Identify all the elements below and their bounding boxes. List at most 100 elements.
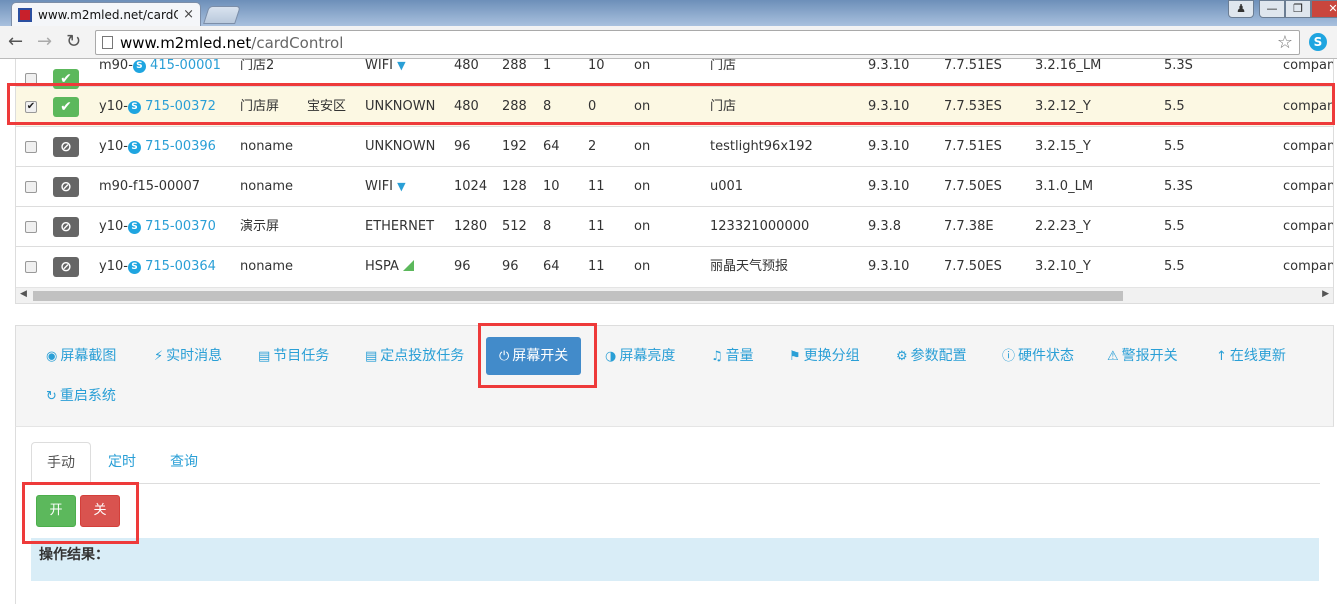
network-label: UNKNOWN <box>365 99 436 114</box>
screen-on-button[interactable]: 开 <box>36 495 76 527</box>
company: compan <box>1283 59 1334 73</box>
table-row[interactable]: ✔ m90- S 415-00001 门店2 WIFI ▼ 480 288 1 10 on 门店 9.… <box>16 59 1334 89</box>
skype-icon: S <box>127 141 141 154</box>
wifi-icon: ▼ <box>397 59 406 72</box>
company: compan <box>1283 139 1334 154</box>
power-icon: ⏻ <box>499 349 510 364</box>
function-label: 在线更新 <box>1229 348 1286 364</box>
table-row[interactable]: ⊘ y10- S 715-00370 演示屏 ETHERNET 1280 512 8 11 on 1… <box>16 206 1334 247</box>
version-4: 5.3S <box>1164 179 1193 194</box>
function-tag-button[interactable]: ⚑ 更换分组 <box>789 337 860 375</box>
cell-value: 8 <box>543 219 552 234</box>
function-film-button[interactable]: ▤ 定点投放任务 <box>365 337 464 375</box>
table-row[interactable]: ⊘ y10- S 715-00396 noname UNKNOWN 96 192 64 2 on t… <box>16 126 1334 166</box>
network-type: WIFI ▼ <box>365 59 406 73</box>
horizontal-scrollbar[interactable]: ◀ ▶ <box>16 287 1333 303</box>
address-bar[interactable]: www.m2mled.net/cardControl ☆ <box>95 30 1300 55</box>
function-toolbar: ◉ 屏幕截图 ⚡ 实时消息 ▤ 节目任务 ▤ 定点投放任务 ⏻ 屏幕开关 ◑ 屏幕亮度 ♫ 音量 ⚑ 更换分组… <box>15 325 1334 427</box>
device-id-link[interactable]: 715-00370 <box>145 219 216 234</box>
address-url[interactable]: www.m2mled.net/cardControl <box>120 34 343 52</box>
browser-tab[interactable]: www.m2mled.net/cardC × <box>11 2 201 26</box>
device-id-prefix: y10- <box>99 99 128 114</box>
brightness-icon: ◑ <box>605 349 617 364</box>
tab-scheduled[interactable]: 定时 <box>93 442 151 484</box>
row-checkbox[interactable] <box>25 181 37 193</box>
cell-value: 64 <box>543 139 560 154</box>
bolt-icon: ⚡ <box>154 349 164 364</box>
offline-ban-icon: ⊘ <box>53 177 79 197</box>
power-state: on <box>634 139 651 154</box>
skype-extension-icon[interactable]: S <box>1309 33 1327 51</box>
table-row[interactable]: ✔ ✔ y10- S 715-00372 门店屏 宝安区 UNKNOWN 480 288 8 0 on… <box>16 86 1333 126</box>
power-state: on <box>634 99 651 114</box>
cell-value: 11 <box>588 219 605 234</box>
screen-switch-panel: 手动 定时 查询 开 关 操作结果： <box>15 427 1334 604</box>
version-4: 5.5 <box>1164 139 1185 154</box>
minimize-button[interactable]: — <box>1259 0 1285 18</box>
screen-off-button[interactable]: 关 <box>80 495 120 527</box>
skype-icon: S <box>132 60 146 73</box>
row-checkbox[interactable]: ✔ <box>25 101 37 113</box>
device-id-link[interactable]: 715-00372 <box>145 99 216 114</box>
row-checkbox[interactable] <box>25 73 37 85</box>
function-warning-button[interactable]: ⚠ 警报开关 <box>1107 337 1178 375</box>
scrollbar-thumb[interactable] <box>33 291 1123 301</box>
browser-tab-title: www.m2mled.net/cardC <box>38 7 178 22</box>
function-gear-button[interactable]: ⚙ 参数配置 <box>896 337 967 375</box>
function-refresh-button[interactable]: ↻ 重启系统 <box>46 377 116 415</box>
network-label: ETHERNET <box>365 219 435 234</box>
back-arrow-icon[interactable]: ← <box>8 32 23 52</box>
screen-height: 288 <box>502 99 527 114</box>
bookmark-star-icon[interactable]: ☆ <box>1277 32 1293 53</box>
version-2: 7.7.38E <box>944 219 994 234</box>
user-icon[interactable]: ♟ <box>1228 0 1254 18</box>
function-brightness-button[interactable]: ◑ 屏幕亮度 <box>605 337 675 375</box>
version-1: 9.3.10 <box>868 139 910 154</box>
screen-width: 1024 <box>454 179 488 194</box>
table-row[interactable]: ⊘ m90-f15-00007 noname WIFI ▼ 1024 128 10 11 on u… <box>16 166 1333 207</box>
skype-icon: S <box>127 221 141 234</box>
forward-arrow-icon[interactable]: → <box>37 32 52 52</box>
scroll-right-icon[interactable]: ▶ <box>1322 289 1329 299</box>
new-tab-button[interactable] <box>203 6 241 24</box>
device-group: 门店 <box>710 59 737 73</box>
device-id-link[interactable]: 415-00001 <box>150 59 221 73</box>
window-controls: — ❐ ✕ <box>1259 0 1337 18</box>
device-id-link[interactable]: 715-00396 <box>145 139 216 154</box>
device-id: y10- S 715-00370 <box>99 207 216 247</box>
browser-titlebar: www.m2mled.net/cardC × ♟ — ❐ ✕ <box>0 0 1337 26</box>
tab-query[interactable]: 查询 <box>155 442 213 484</box>
device-name: noname <box>240 139 294 154</box>
function-volume-button[interactable]: ♫ 音量 <box>711 337 754 375</box>
table-row[interactable]: ⊘ y10- S 715-00364 noname HSPA 96 96 64 11 on 丽晶天气… <box>16 246 1333 286</box>
online-check-icon: ✔ <box>53 97 79 117</box>
screen-width: 96 <box>454 259 471 274</box>
tab-close-icon[interactable]: × <box>183 7 194 22</box>
maximize-button[interactable]: ❐ <box>1285 0 1311 18</box>
version-1: 9.3.10 <box>868 259 910 274</box>
tab-manual[interactable]: 手动 <box>31 442 91 485</box>
function-label: 节目任务 <box>273 348 330 364</box>
version-4: 5.3S <box>1164 59 1193 73</box>
version-4: 5.5 <box>1164 219 1185 234</box>
row-checkbox[interactable] <box>25 141 37 153</box>
function-camera-button[interactable]: ◉ 屏幕截图 <box>46 337 116 375</box>
close-window-button[interactable]: ✕ <box>1311 0 1337 18</box>
row-checkbox[interactable] <box>25 221 37 233</box>
function-arrow-up-button[interactable]: ↑ 在线更新 <box>1216 337 1286 375</box>
device-id-link[interactable]: 715-00364 <box>145 259 216 274</box>
function-bolt-button[interactable]: ⚡ 实时消息 <box>154 337 222 375</box>
function-film-button[interactable]: ▤ 节目任务 <box>258 337 329 375</box>
reload-icon[interactable]: ↻ <box>66 32 81 52</box>
function-label: 屏幕亮度 <box>619 348 676 364</box>
power-state: on <box>634 179 651 194</box>
function-label: 参数配置 <box>910 348 967 364</box>
scroll-left-icon[interactable]: ◀ <box>20 289 27 299</box>
cell-value: 0 <box>588 99 597 114</box>
function-power-button[interactable]: ⏻ 屏幕开关 <box>486 337 582 375</box>
version-3: 3.2.12_Y <box>1035 99 1091 114</box>
function-info-button[interactable]: ⓘ 硬件状态 <box>1002 337 1074 375</box>
company: compan <box>1283 219 1334 234</box>
row-checkbox[interactable] <box>25 261 37 273</box>
device-id: m90-f15-00007 <box>99 167 200 207</box>
